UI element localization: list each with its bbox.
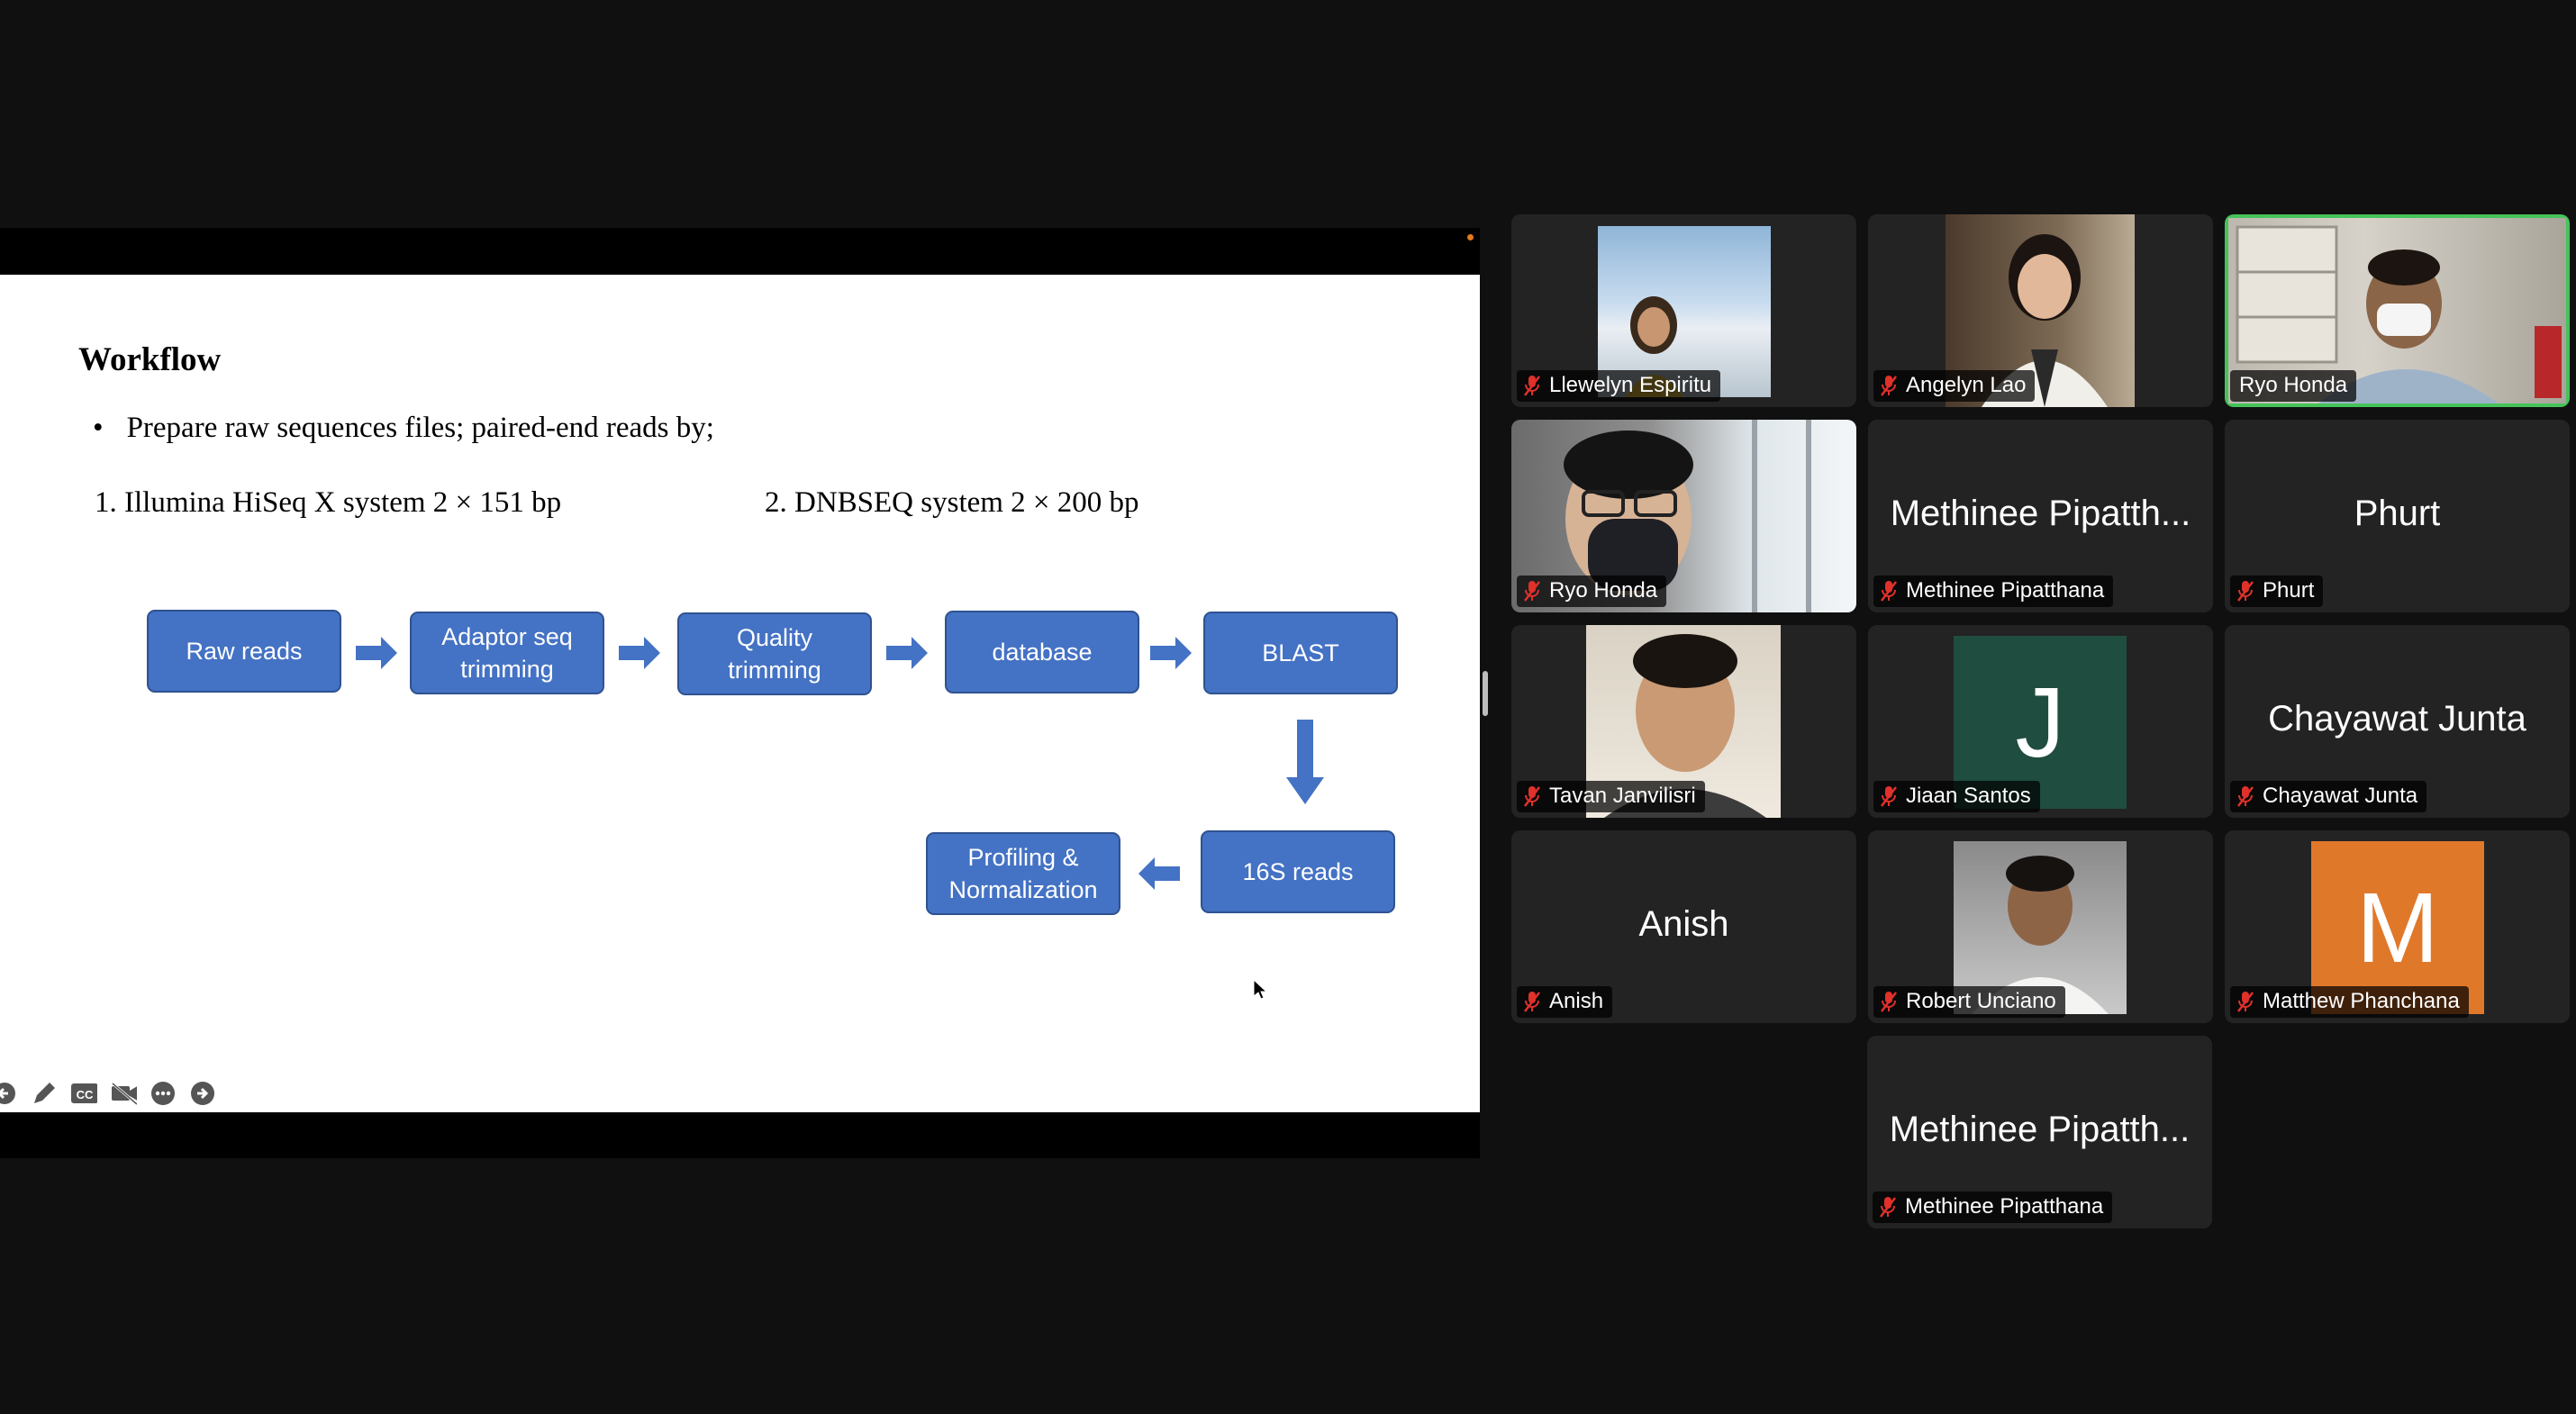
bullet-dot: • — [93, 412, 104, 444]
flow-label: Normalization — [948, 876, 1098, 903]
flow-label: database — [992, 639, 1093, 666]
slide-toolbar: CC — [0, 1077, 216, 1110]
flow-box-blast: BLAST — [1203, 612, 1398, 694]
slide-item-dnbseq: 2. DNBSEQ system 2 × 200 bp — [765, 486, 1139, 519]
mic-muted-icon — [1880, 1197, 1896, 1218]
flow-box-16s-reads: 16S reads — [1201, 830, 1395, 913]
participant-name-tag: Methinee Pipatthana — [1873, 576, 2114, 607]
participant-name-tag: Tavan Janvilisri — [1517, 781, 1705, 812]
bullet-text: Prepare raw sequences files; paired-end … — [126, 412, 714, 444]
participant-name: Anish — [1549, 989, 1604, 1013]
participant-display-name: Anish — [1638, 904, 1729, 944]
flow-box-raw-reads: Raw reads — [147, 610, 341, 693]
participant-tile[interactable]: Angelyn Lao — [1868, 214, 2213, 407]
flow-label: trimming — [728, 657, 821, 684]
participant-tile[interactable]: Ryo Honda — [1511, 420, 1856, 612]
mic-muted-icon — [1881, 786, 1897, 807]
mouse-cursor-icon — [1253, 978, 1268, 1005]
participant-name: Ryo Honda — [2239, 373, 2348, 397]
participant-name-tag: Llewelyn Espiritu — [1517, 370, 1721, 402]
arrow-down-icon — [1286, 720, 1324, 804]
flow-label: Profiling & — [967, 844, 1079, 871]
participant-display-name: Methinee Pipatth... — [1889, 1110, 2191, 1149]
participant-name: Phurt — [2263, 578, 2315, 603]
participant-name: Tavan Janvilisri — [1549, 784, 1696, 808]
participant-tile[interactable]: J Jiaan Santos — [1868, 625, 2213, 818]
flow-label: Raw reads — [186, 638, 303, 665]
participant-name-tag: Robert Unciano — [1873, 986, 2065, 1018]
participant-tile[interactable]: M Matthew Phanchana — [2225, 830, 2570, 1023]
flow-box-database: database — [945, 611, 1139, 693]
arrow-right-icon — [886, 637, 928, 669]
pen-icon[interactable] — [31, 1080, 58, 1107]
panel-resize-handle[interactable] — [1483, 671, 1488, 716]
mic-muted-icon — [1524, 786, 1540, 807]
flow-label: Quality — [736, 624, 813, 651]
participant-name-tag: Chayawat Junta — [2230, 781, 2427, 812]
slide-bullet: • Prepare raw sequences files; paired-end… — [93, 412, 714, 445]
mic-muted-icon — [1524, 581, 1540, 602]
mic-muted-icon — [2237, 786, 2254, 807]
participant-tile[interactable]: Llewelyn Espiritu — [1511, 214, 1856, 407]
mic-muted-icon — [1881, 581, 1897, 602]
arrow-right-icon — [619, 637, 660, 669]
participant-name-tag: Ryo Honda — [2230, 370, 2357, 402]
flow-box-profiling: Profiling & Normalization — [926, 832, 1120, 915]
mic-muted-icon — [2237, 992, 2254, 1012]
participant-tile[interactable]: Methinee Pipatth... Methinee Pipatthana — [1867, 1036, 2212, 1228]
arrow-left-icon[interactable] — [0, 1080, 18, 1107]
participant-display-name: Chayawat Junta — [2268, 699, 2526, 739]
flow-box-quality-trimming: Quality trimming — [677, 612, 872, 695]
slide-title: Workflow — [78, 341, 222, 378]
arrow-right-icon — [1150, 637, 1192, 669]
captions-icon[interactable]: CC — [70, 1080, 97, 1107]
flow-label: trimming — [460, 656, 554, 683]
participant-tile[interactable]: Phurt Phurt — [2225, 420, 2570, 612]
participant-name: Robert Unciano — [1906, 989, 2056, 1013]
flow-label: BLAST — [1262, 639, 1339, 666]
mic-muted-icon — [1524, 376, 1540, 396]
arrow-right-icon[interactable] — [189, 1080, 216, 1107]
participant-tile[interactable]: Anish Anish — [1511, 830, 1856, 1023]
participant-name: Llewelyn Espiritu — [1549, 373, 1712, 397]
mic-muted-icon — [1881, 376, 1897, 396]
slide-item-illumina: 1. Illumina HiSeq X system 2 × 151 bp — [95, 486, 562, 519]
recording-indicator — [1467, 234, 1474, 240]
participant-name-tag: Angelyn Lao — [1873, 370, 2036, 402]
participant-name-tag: Matthew Phanchana — [2230, 986, 2469, 1018]
participant-tile[interactable]: Chayawat Junta Chayawat Junta — [2225, 625, 2570, 818]
more-icon[interactable] — [150, 1080, 177, 1107]
participant-name-tag: Ryo Honda — [1517, 576, 1667, 607]
participant-name-tag: Anish — [1517, 986, 1613, 1018]
participant-tile-active-speaker[interactable]: Ryo Honda — [2225, 214, 2570, 407]
mic-muted-icon — [2237, 581, 2254, 602]
mic-muted-icon — [1524, 992, 1540, 1012]
flow-label: Adaptor seq — [441, 623, 573, 650]
participant-tile[interactable]: Tavan Janvilisri — [1511, 625, 1856, 818]
mic-muted-icon — [1881, 992, 1897, 1012]
svg-text:CC: CC — [77, 1088, 94, 1101]
participant-display-name: Phurt — [2354, 494, 2441, 533]
participant-tile[interactable]: Robert Unciano — [1868, 830, 2213, 1023]
participant-name: Matthew Phanchana — [2263, 989, 2460, 1013]
participant-name: Methinee Pipatthana — [1905, 1194, 2104, 1219]
participant-name: Ryo Honda — [1549, 578, 1658, 603]
participant-name: Jiaan Santos — [1906, 784, 2031, 808]
arrow-left-icon — [1138, 857, 1180, 890]
participant-tile[interactable]: Methinee Pipatth... Methinee Pipatthana — [1868, 420, 2213, 612]
participant-name: Chayawat Junta — [2263, 784, 2418, 808]
participant-name-tag: Jiaan Santos — [1873, 781, 2040, 812]
participant-name: Methinee Pipatthana — [1906, 578, 2105, 603]
participant-name-tag: Phurt — [2230, 576, 2324, 607]
participant-display-name: Methinee Pipatth... — [1890, 494, 2191, 533]
video-off-icon[interactable] — [110, 1080, 137, 1107]
flow-box-adaptor-trimming: Adaptor seq trimming — [410, 612, 604, 694]
participant-name: Angelyn Lao — [1906, 373, 2027, 397]
arrow-right-icon — [356, 637, 397, 669]
participant-name-tag: Methinee Pipatthana — [1873, 1192, 2113, 1223]
flow-label: 16S reads — [1242, 858, 1354, 885]
